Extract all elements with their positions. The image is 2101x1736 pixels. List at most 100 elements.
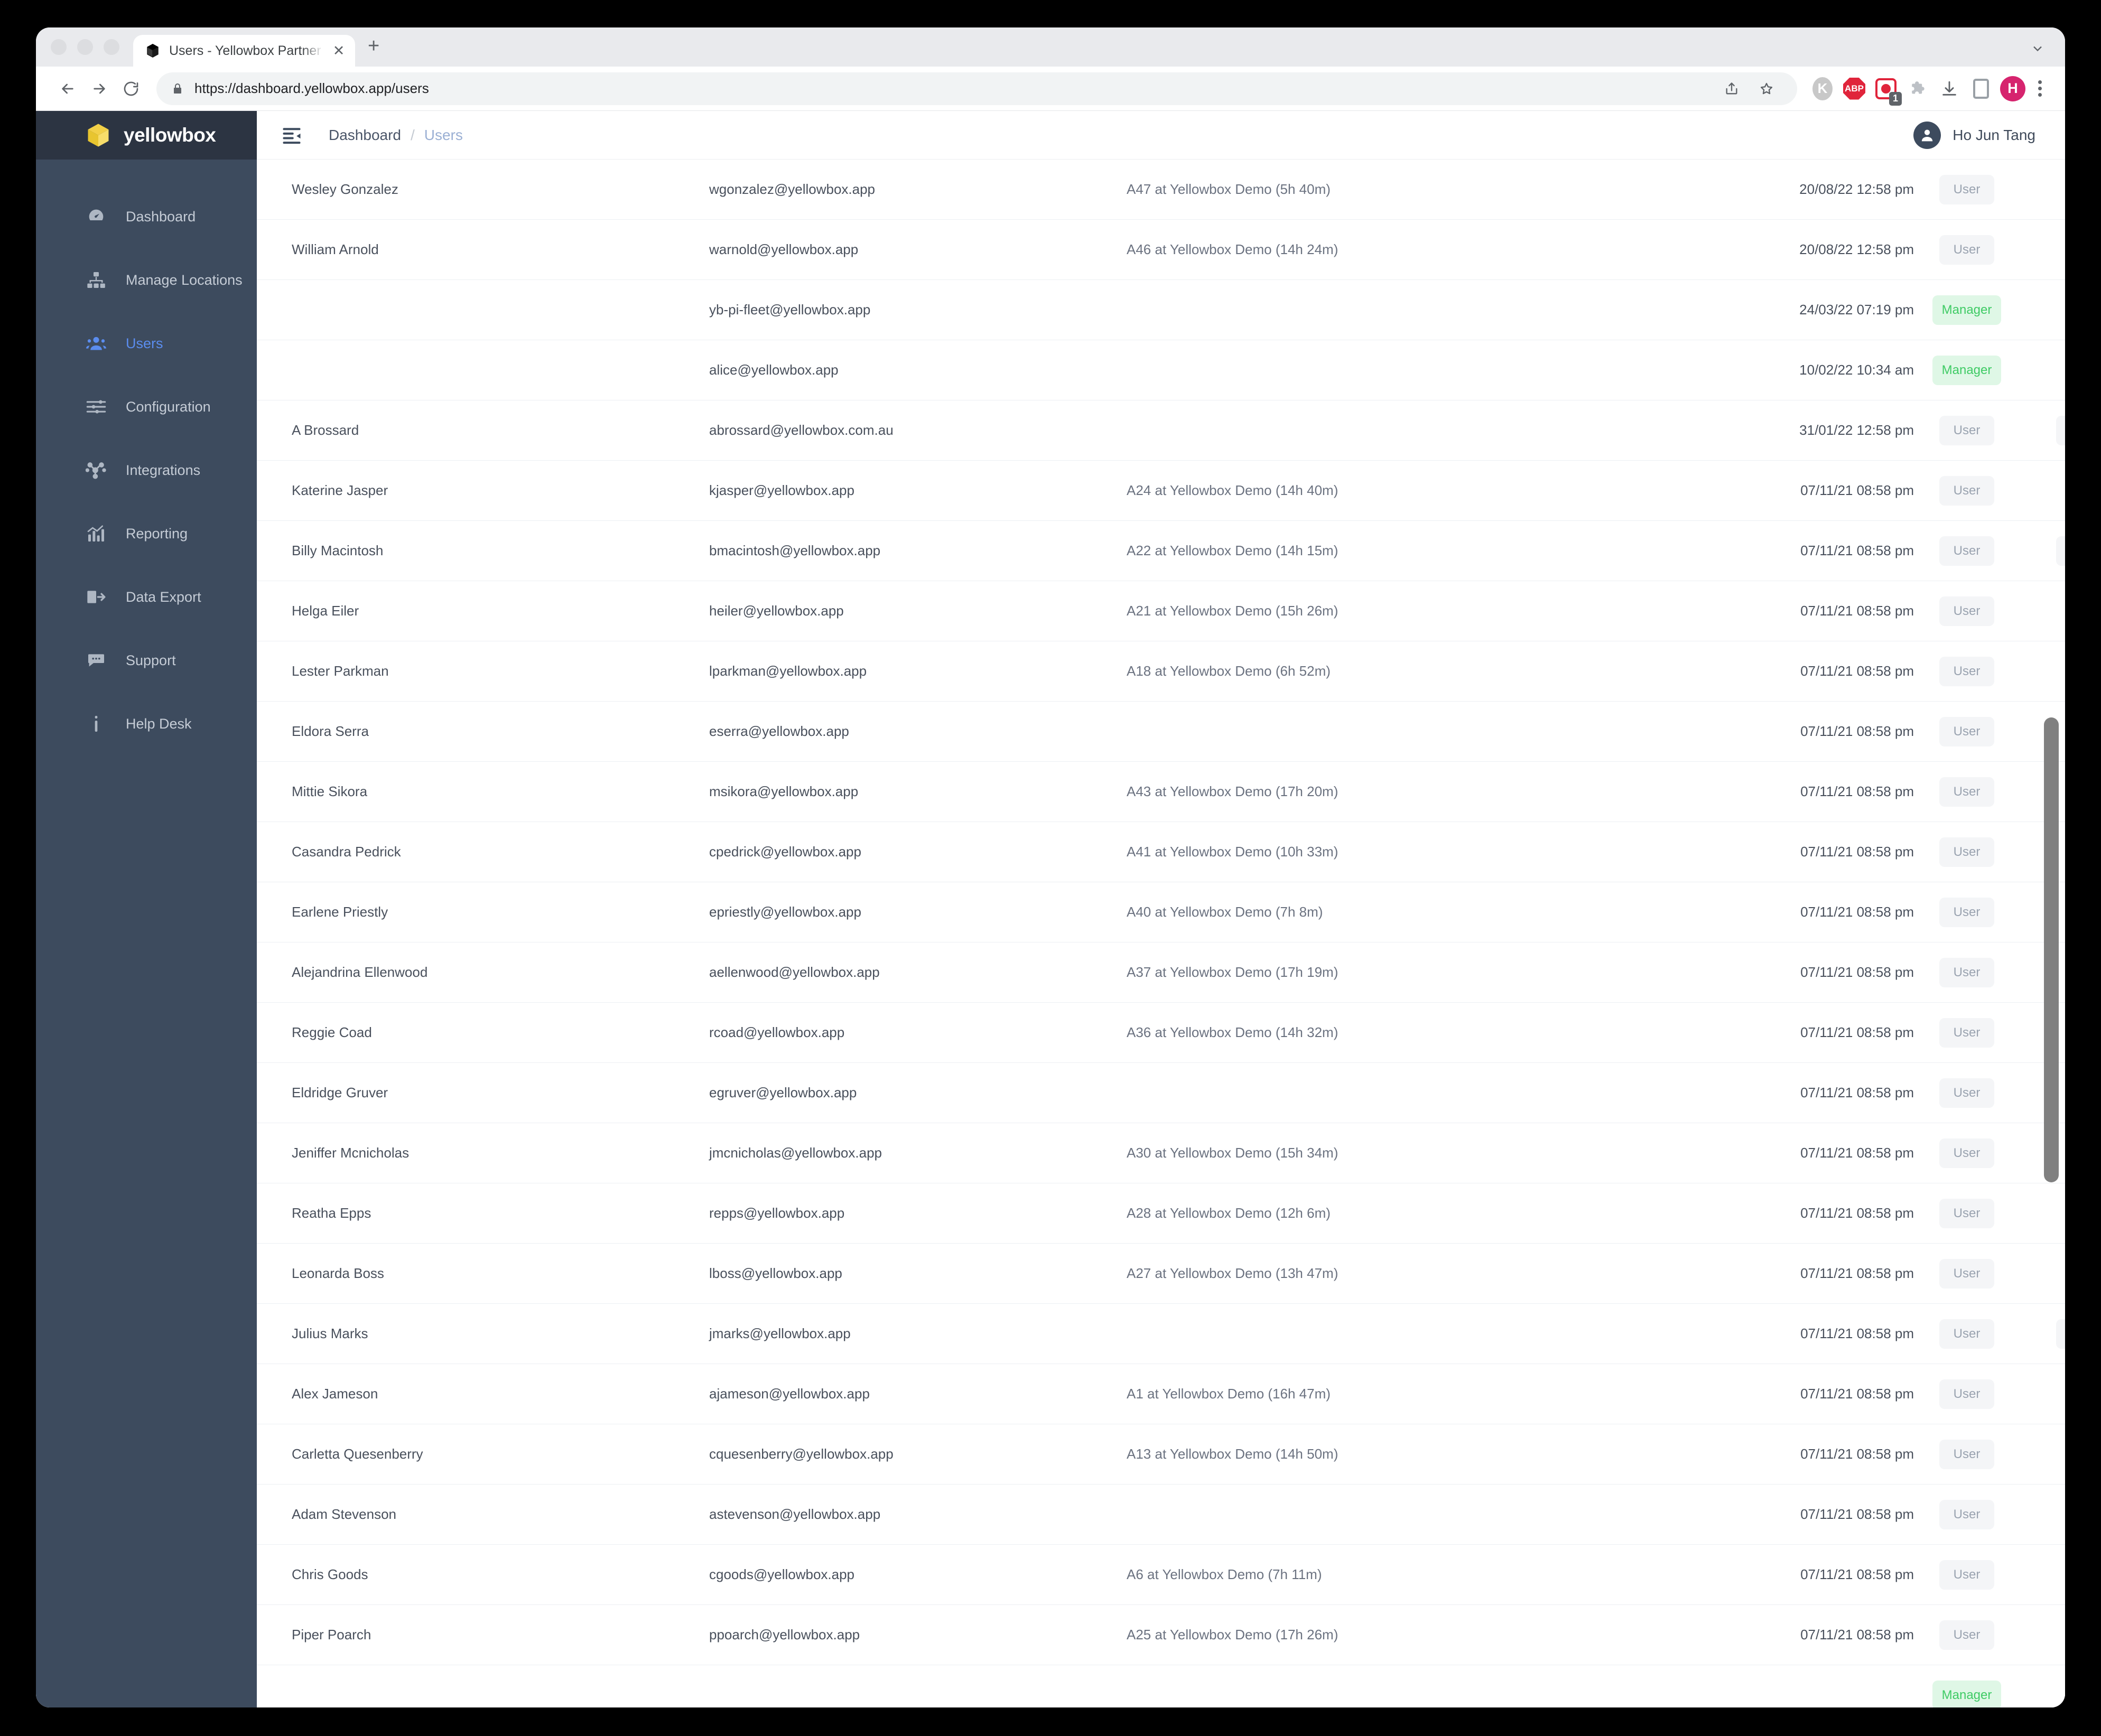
cell-email: warnold@yellowbox.app xyxy=(709,241,859,257)
table-row[interactable]: yb-pi-fleet@yellowbox.app 24/03/22 07:19 … xyxy=(257,280,2065,340)
tab-list-chevron-down-icon[interactable] xyxy=(2030,41,2045,56)
cell-date: 07/11/21 08:58 pm xyxy=(1800,1145,1914,1161)
sidebar-item-manage-locations[interactable]: Manage Locations xyxy=(36,248,257,312)
table-row[interactable]: Wesley Gonzalez wgonzalez@yellowbox.app A4… xyxy=(257,160,2065,220)
cell-role: User xyxy=(1914,1078,2020,1108)
export-icon xyxy=(85,585,108,609)
lock-icon xyxy=(174,83,181,94)
sidebar-item-support[interactable]: Support xyxy=(36,629,257,692)
table-row[interactable]: Casandra Pedrick cpedrick@yellowbox.app A4… xyxy=(257,822,2065,882)
table-row[interactable]: Helga Eiler heiler@yellowbox.app A21 at Ye… xyxy=(257,581,2065,641)
table-row[interactable]: Alejandrina Ellenwood aellenwood@yellowbo… xyxy=(257,942,2065,1003)
table-row[interactable]: Katerine Jasper kjasper@yellowbox.app A24 … xyxy=(257,461,2065,521)
cell-count: 1 xyxy=(2020,536,2065,566)
role-badge: User xyxy=(1939,1198,1994,1228)
table-row[interactable]: Jeniffer Mcnicholas jmcnicholas@yellowbox… xyxy=(257,1123,2065,1183)
breadcrumb-dashboard[interactable]: Dashboard xyxy=(329,127,401,144)
cell-role: User xyxy=(1914,837,2020,867)
sidebar-item-users[interactable]: Users xyxy=(36,312,257,375)
table-row[interactable]: Julius Marks jmarks@yellowbox.app 07/11/21… xyxy=(257,1304,2065,1364)
role-badge: User xyxy=(1939,1258,1994,1289)
cell-email: jmarks@yellowbox.app xyxy=(709,1326,851,1341)
table-row[interactable]: Reatha Epps repps@yellowbox.app A28 at Yel… xyxy=(257,1183,2065,1244)
sidebar-item-reporting[interactable]: Reporting xyxy=(36,502,257,565)
header-user-menu[interactable]: Ho Jun Tang xyxy=(1913,121,2035,149)
table-row[interactable]: William Arnold warnold@yellowbox.app A46 a… xyxy=(257,220,2065,280)
reload-button[interactable] xyxy=(115,73,147,105)
sidebar-item-dashboard[interactable]: Dashboard xyxy=(36,185,257,248)
minimize-window-button[interactable] xyxy=(77,39,93,55)
cell-name: Carletta Quesenberry xyxy=(292,1446,423,1462)
tab-title: Users - Yellowbox Partner Das xyxy=(169,43,323,58)
table-row[interactable]: Manager xyxy=(257,1665,2065,1707)
role-badge: User xyxy=(1939,415,1994,445)
table-row[interactable]: Carletta Quesenberry cquesenberry@yellowb… xyxy=(257,1424,2065,1485)
table-row[interactable]: Chris Goods cgoods@yellowbox.app A6 at Yel… xyxy=(257,1545,2065,1605)
cell-location: A37 at Yellowbox Demo (17h 19m) xyxy=(1127,964,1338,980)
forward-button[interactable] xyxy=(83,73,115,105)
sidebar-item-data-export[interactable]: Data Export xyxy=(36,565,257,629)
cell-role: User xyxy=(1914,596,2020,626)
table-row[interactable]: Lester Parkman lparkman@yellowbox.app A18 … xyxy=(257,641,2065,702)
menu-fold-icon[interactable] xyxy=(280,124,303,147)
maximize-window-button[interactable] xyxy=(104,39,119,55)
breadcrumb-users[interactable]: Users xyxy=(424,127,463,144)
cell-role: User xyxy=(1914,536,2020,566)
table-row[interactable]: alice@yellowbox.app 10/02/22 10:34 am Mana… xyxy=(257,340,2065,400)
browser-tab[interactable]: Users - Yellowbox Partner Das ✕ xyxy=(133,35,355,67)
cell-name: Helga Eiler xyxy=(292,603,359,619)
role-badge: User xyxy=(1939,837,1994,867)
app-body: yellowbox Dashboard Manage Locations Use… xyxy=(36,111,2065,1707)
cell-count: 1 xyxy=(2020,415,2065,445)
table-row[interactable]: Adam Stevenson astevenson@yellowbox.app 07… xyxy=(257,1485,2065,1545)
cell-date: 07/11/21 08:58 pm xyxy=(1800,1627,1914,1642)
profile-avatar[interactable]: H xyxy=(1999,75,2026,102)
table-row[interactable]: Earlene Priestly epriestly@yellowbox.app A… xyxy=(257,882,2065,942)
table-row[interactable]: Alex Jameson ajameson@yellowbox.app A1 at … xyxy=(257,1364,2065,1424)
role-badge: User xyxy=(1939,1439,1994,1469)
table-row[interactable]: Billy Macintosh bmacintosh@yellowbox.app A… xyxy=(257,521,2065,581)
vertical-scrollbar-thumb[interactable] xyxy=(2044,717,2059,1182)
cell-role: User xyxy=(1914,1258,2020,1289)
screen-recorder-icon[interactable]: 1 xyxy=(1872,75,1902,106)
downloads-icon[interactable] xyxy=(1936,75,1963,102)
cell-role: User xyxy=(1914,1379,2020,1409)
new-tab-button[interactable]: + xyxy=(355,36,392,67)
address-bar[interactable]: https://dashboard.yellowbox.app/users xyxy=(156,72,1797,105)
table-row[interactable]: Piper Poarch ppoarch@yellowbox.app A25 at … xyxy=(257,1605,2065,1665)
sidebar-item-help-desk[interactable]: Help Desk xyxy=(36,692,257,755)
share-icon[interactable] xyxy=(1716,73,1747,105)
gauge-icon xyxy=(85,205,108,228)
close-window-button[interactable] xyxy=(51,39,67,55)
breadcrumb: Dashboard / Users xyxy=(329,127,463,144)
cell-name: Leonarda Boss xyxy=(292,1265,384,1281)
cell-location: A30 at Yellowbox Demo (15h 34m) xyxy=(1127,1145,1338,1161)
cell-role: User xyxy=(1914,1198,2020,1228)
close-tab-button[interactable]: ✕ xyxy=(332,43,346,58)
adblock-plus-icon[interactable]: ABP xyxy=(1840,75,1868,102)
extension-k-icon[interactable]: K xyxy=(1809,75,1836,102)
table-row[interactable]: Leonarda Boss lboss@yellowbox.app A27 at Y… xyxy=(257,1244,2065,1304)
role-badge: User xyxy=(1939,656,1994,686)
extensions-puzzle-icon[interactable] xyxy=(1904,75,1931,102)
table-row[interactable]: Mittie Sikora msikora@yellowbox.app A43 at… xyxy=(257,762,2065,822)
role-badge: Manager xyxy=(1932,355,2002,385)
cell-date: 07/11/21 08:58 pm xyxy=(1800,1446,1914,1462)
table-row[interactable]: Eldora Serra eserra@yellowbox.app 07/11/21… xyxy=(257,702,2065,762)
sidebar-item-configuration[interactable]: Configuration xyxy=(36,375,257,438)
cell-email: epriestly@yellowbox.app xyxy=(709,904,861,920)
table-row[interactable]: A Brossard abrossard@yellowbox.com.au 31/0… xyxy=(257,400,2065,461)
bookmark-star-icon[interactable] xyxy=(1751,73,1782,105)
side-panel-icon[interactable] xyxy=(1967,75,1995,102)
back-button[interactable] xyxy=(52,73,83,105)
sidebar-item-integrations[interactable]: Integrations xyxy=(36,438,257,502)
table-row[interactable]: Eldridge Gruver egruver@yellowbox.app 07/1… xyxy=(257,1063,2065,1123)
role-badge: User xyxy=(1939,174,1994,204)
cell-email: cgoods@yellowbox.app xyxy=(709,1566,855,1582)
cell-location: A25 at Yellowbox Demo (17h 26m) xyxy=(1127,1627,1338,1642)
header-user-name: Ho Jun Tang xyxy=(1953,126,2035,143)
browser-menu-button[interactable] xyxy=(2031,80,2049,97)
brand-header[interactable]: yellowbox xyxy=(36,111,257,160)
sidebar-nav: Dashboard Manage Locations Users Configu… xyxy=(36,160,257,755)
table-row[interactable]: Reggie Coad rcoad@yellowbox.app A36 at Yel… xyxy=(257,1003,2065,1063)
